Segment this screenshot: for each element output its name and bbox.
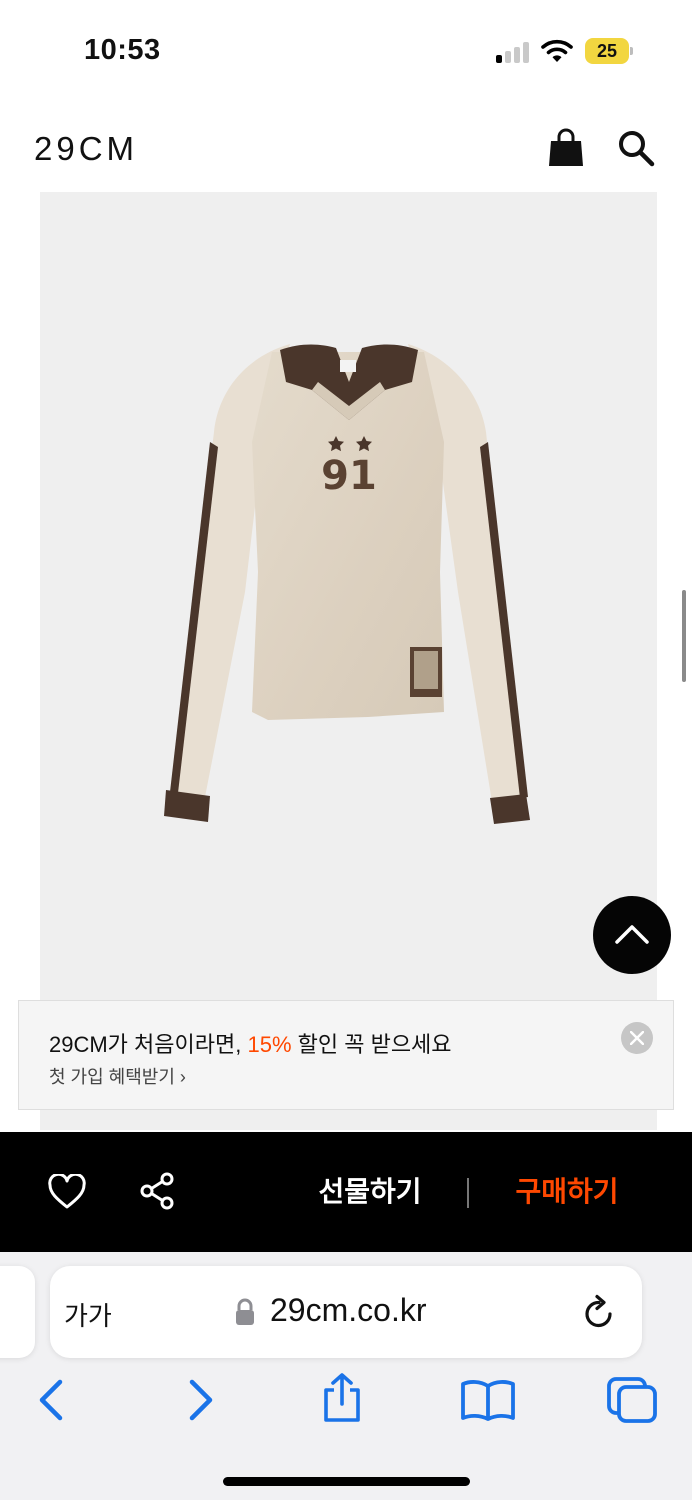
purchase-action-bar: 선물하기 구매하기 bbox=[0, 1132, 692, 1252]
heart-icon[interactable] bbox=[47, 1174, 87, 1210]
tabs-icon[interactable] bbox=[606, 1376, 658, 1424]
promo-title-suffix: 할인 꼭 받으세요 bbox=[291, 1032, 452, 1057]
promo-close-button[interactable] bbox=[621, 1022, 653, 1054]
scroll-to-top-button[interactable] bbox=[593, 896, 671, 974]
status-bar: 10:53 25 bbox=[0, 0, 692, 100]
cellular-signal-icon bbox=[496, 41, 532, 63]
browser-chrome: 가가 29cm.co.kr bbox=[0, 1252, 692, 1500]
wifi-icon bbox=[541, 39, 573, 62]
back-icon[interactable] bbox=[36, 1378, 66, 1422]
jersey-number: 91 bbox=[321, 453, 377, 499]
reload-icon[interactable] bbox=[582, 1294, 616, 1330]
signup-promo-banner: 29CM가 처음이라면, 15% 할인 꼭 받으세요 첫 가입 혜택받기 › bbox=[18, 1000, 674, 1110]
browser-toolbar bbox=[0, 1372, 692, 1442]
gift-button[interactable]: 선물하기 bbox=[300, 1172, 440, 1212]
lock-icon bbox=[236, 1298, 254, 1325]
share-icon[interactable] bbox=[139, 1172, 175, 1210]
text-size-button[interactable]: 가가 bbox=[64, 1296, 112, 1333]
product-image[interactable]: 91 bbox=[40, 192, 657, 1130]
close-icon bbox=[630, 1031, 644, 1045]
promo-title: 29CM가 처음이라면, 15% 할인 꼭 받으세요 bbox=[49, 1027, 452, 1059]
address-bar[interactable]: 가가 29cm.co.kr bbox=[50, 1266, 642, 1358]
promo-discount: 15% bbox=[247, 1032, 292, 1057]
brand-logo[interactable]: 29CM bbox=[34, 130, 138, 168]
home-indicator bbox=[223, 1477, 470, 1486]
signup-benefit-link[interactable]: 첫 가입 혜택받기 › bbox=[49, 1063, 186, 1089]
url-text[interactable]: 29cm.co.kr bbox=[270, 1292, 426, 1329]
battery-level: 25 bbox=[596, 41, 618, 61]
chevron-up-icon bbox=[615, 925, 649, 944]
battery-icon: 25 bbox=[585, 38, 633, 64]
bookmarks-icon[interactable] bbox=[460, 1378, 516, 1422]
action-divider bbox=[467, 1178, 469, 1208]
long-sleeve-top-photo: 91 bbox=[164, 344, 530, 824]
search-icon[interactable] bbox=[616, 128, 656, 168]
site-header: 29CM bbox=[0, 110, 692, 190]
shopping-bag-icon[interactable] bbox=[547, 128, 585, 168]
previous-tab-peek[interactable] bbox=[0, 1266, 35, 1358]
forward-icon[interactable] bbox=[186, 1378, 216, 1422]
share-sheet-icon[interactable] bbox=[320, 1372, 364, 1424]
buy-button[interactable]: 구매하기 bbox=[497, 1172, 637, 1212]
status-time: 10:53 bbox=[84, 34, 161, 66]
page-scroll-indicator[interactable] bbox=[682, 590, 686, 682]
promo-title-prefix: 29CM가 처음이라면, bbox=[49, 1032, 248, 1057]
